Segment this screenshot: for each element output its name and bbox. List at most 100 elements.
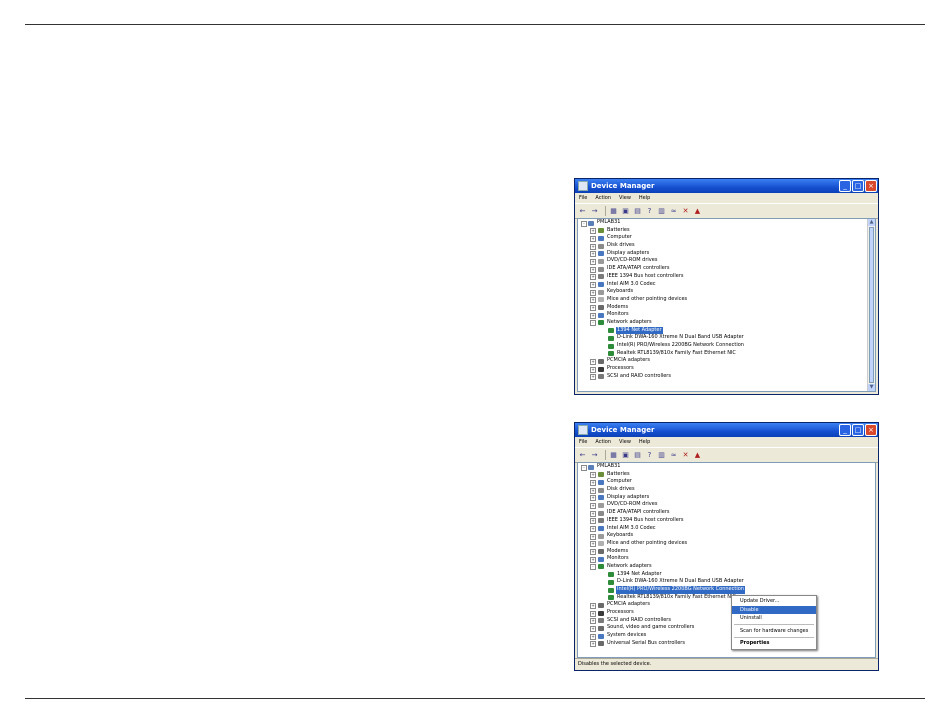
tree-category[interactable]: + IDE ATA/ATAPI controllers xyxy=(578,265,875,273)
tree-root[interactable]: - PMLAB31 xyxy=(578,219,875,227)
menu-view[interactable]: View xyxy=(619,195,631,201)
uninstall-device-icon[interactable]: ▲ xyxy=(693,451,702,460)
maximize-button[interactable]: □ xyxy=(852,180,864,192)
disable-device-icon[interactable]: ✕ xyxy=(681,207,690,216)
expand-icon[interactable]: + xyxy=(590,366,596,373)
menu-item-update-driver[interactable]: Update Driver... xyxy=(732,597,816,606)
device-tree[interactable]: - PMLAB31 + Batteries + Computer + Disk drives +… xyxy=(577,218,876,392)
close-button[interactable]: × xyxy=(865,424,877,436)
menu-help[interactable]: Help xyxy=(639,195,650,201)
properties-icon[interactable]: ▣ xyxy=(621,451,630,460)
minimize-button[interactable]: _ xyxy=(839,424,851,436)
tree-category[interactable]: + SCSI and RAID controllers xyxy=(578,373,875,381)
back-arrow-icon[interactable]: ← xyxy=(578,451,587,460)
title-bar[interactable]: Device Manager _ □ × xyxy=(575,179,878,193)
scroll-up-icon[interactable]: ▲ xyxy=(868,219,875,226)
menu-item-disable[interactable]: Disable xyxy=(732,605,816,614)
expand-icon[interactable]: + xyxy=(590,618,596,625)
expand-icon[interactable]: + xyxy=(590,358,596,365)
expand-icon[interactable]: + xyxy=(590,541,596,548)
forward-arrow-icon[interactable]: → xyxy=(590,451,599,460)
tree-category[interactable]: + Intel AIM 3.0 Codec xyxy=(578,525,875,533)
collapse-icon[interactable]: - xyxy=(590,564,596,571)
tree-category[interactable]: + Computer xyxy=(578,478,875,486)
update-driver-icon[interactable]: ▥ xyxy=(657,451,666,460)
show-hide-tree-icon[interactable]: ▦ xyxy=(609,207,618,216)
expand-icon[interactable]: + xyxy=(590,549,596,556)
expand-icon[interactable]: + xyxy=(590,266,596,273)
tree-category[interactable]: + Monitors xyxy=(578,311,875,319)
tree-device[interactable]: D-Link DWA-160 Xtreme N Dual Band USB Ad… xyxy=(578,334,875,342)
expand-icon[interactable]: + xyxy=(590,274,596,281)
print-icon[interactable]: ▤ xyxy=(633,451,642,460)
tree-category[interactable]: - Network adapters xyxy=(578,319,875,327)
tree-device[interactable]: Realtek RTL8139/810x Family Fast Etherne… xyxy=(578,594,875,602)
tree-device[interactable]: Intel(R) PRO/Wireless 2200BG Network Con… xyxy=(578,342,875,350)
forward-arrow-icon[interactable]: → xyxy=(590,207,599,216)
title-bar[interactable]: Device Manager _ □ × xyxy=(575,423,878,437)
tree-category[interactable]: + Universal Serial Bus controllers xyxy=(578,640,875,648)
tree-category[interactable]: + SCSI and RAID controllers xyxy=(578,617,875,625)
tree-category[interactable]: + Sound, video and game controllers xyxy=(578,624,875,632)
tree-device[interactable]: Intel(R) PRO/Wireless 2200BG Network Con… xyxy=(578,586,875,594)
show-hide-tree-icon[interactable]: ▦ xyxy=(609,451,618,460)
menu-item-uninstall[interactable]: Uninstall xyxy=(732,614,816,623)
tree-category[interactable]: + Disk drives xyxy=(578,242,875,250)
expand-icon[interactable]: + xyxy=(590,258,596,265)
expand-icon[interactable]: + xyxy=(590,282,596,288)
expand-icon[interactable]: + xyxy=(590,289,596,296)
back-arrow-icon[interactable]: ← xyxy=(578,207,587,216)
tree-category[interactable]: - Network adapters xyxy=(578,563,875,571)
tree-device[interactable]: 1394 Net Adapter xyxy=(578,326,875,335)
menu-file[interactable]: File xyxy=(579,439,587,445)
expand-icon[interactable]: + xyxy=(590,235,596,242)
tree-category[interactable]: + DVD/CD-ROM drives xyxy=(578,501,875,509)
tree-category[interactable]: + PCMCIA adapters xyxy=(578,601,875,609)
update-driver-icon[interactable]: ▥ xyxy=(657,207,666,216)
expand-icon[interactable]: + xyxy=(590,305,596,312)
tree-category[interactable]: + DVD/CD-ROM drives xyxy=(578,257,875,265)
expand-icon[interactable]: + xyxy=(590,526,596,532)
menu-file[interactable]: File xyxy=(579,195,587,201)
expand-icon[interactable]: + xyxy=(590,633,596,640)
collapse-icon[interactable]: - xyxy=(590,320,596,327)
help-icon[interactable]: ? xyxy=(645,451,654,460)
collapse-icon[interactable]: - xyxy=(581,464,587,471)
tree-category[interactable]: + PCMCIA adapters xyxy=(578,357,875,365)
device-tree[interactable]: - PMLAB31 + Batteries + Computer + Disk drives +… xyxy=(577,462,876,658)
tree-category[interactable]: + Intel AIM 3.0 Codec xyxy=(578,281,875,289)
tree-device[interactable]: D-Link DWA-160 Xtreme N Dual Band USB Ad… xyxy=(578,578,875,586)
collapse-icon[interactable]: - xyxy=(581,220,587,227)
expand-icon[interactable]: + xyxy=(590,518,596,525)
expand-icon[interactable]: + xyxy=(590,641,596,648)
tree-category[interactable]: + Batteries xyxy=(578,471,875,479)
properties-icon[interactable]: ▣ xyxy=(621,207,630,216)
expand-icon[interactable]: + xyxy=(590,472,596,479)
tree-category[interactable]: + Modems xyxy=(578,548,875,556)
tree-category[interactable]: + Mice and other pointing devices xyxy=(578,296,875,304)
tree-root[interactable]: - PMLAB31 xyxy=(578,463,875,471)
expand-icon[interactable]: + xyxy=(590,625,596,632)
tree-category[interactable]: + IDE ATA/ATAPI controllers xyxy=(578,509,875,517)
scroll-thumb[interactable] xyxy=(869,227,874,383)
tree-category[interactable]: + Keyboards xyxy=(578,532,875,540)
uninstall-device-icon[interactable]: ▲ xyxy=(693,207,702,216)
vertical-scrollbar[interactable]: ▲ ▼ xyxy=(867,219,875,391)
expand-icon[interactable]: + xyxy=(590,312,596,319)
tree-category[interactable]: + Processors xyxy=(578,365,875,373)
menu-action[interactable]: Action xyxy=(595,439,611,445)
expand-icon[interactable]: + xyxy=(590,251,596,258)
tree-category[interactable]: + Processors xyxy=(578,609,875,617)
expand-icon[interactable]: + xyxy=(590,602,596,609)
scan-hardware-icon[interactable]: ≈ xyxy=(669,451,678,460)
tree-category[interactable]: + Batteries xyxy=(578,227,875,235)
print-icon[interactable]: ▤ xyxy=(633,207,642,216)
scan-hardware-icon[interactable]: ≈ xyxy=(669,207,678,216)
expand-icon[interactable]: + xyxy=(590,374,596,381)
expand-icon[interactable]: + xyxy=(590,533,596,540)
expand-icon[interactable]: + xyxy=(590,495,596,502)
expand-icon[interactable]: + xyxy=(590,479,596,486)
menu-help[interactable]: Help xyxy=(639,439,650,445)
expand-icon[interactable]: + xyxy=(590,243,596,250)
tree-category[interactable]: + Modems xyxy=(578,304,875,312)
